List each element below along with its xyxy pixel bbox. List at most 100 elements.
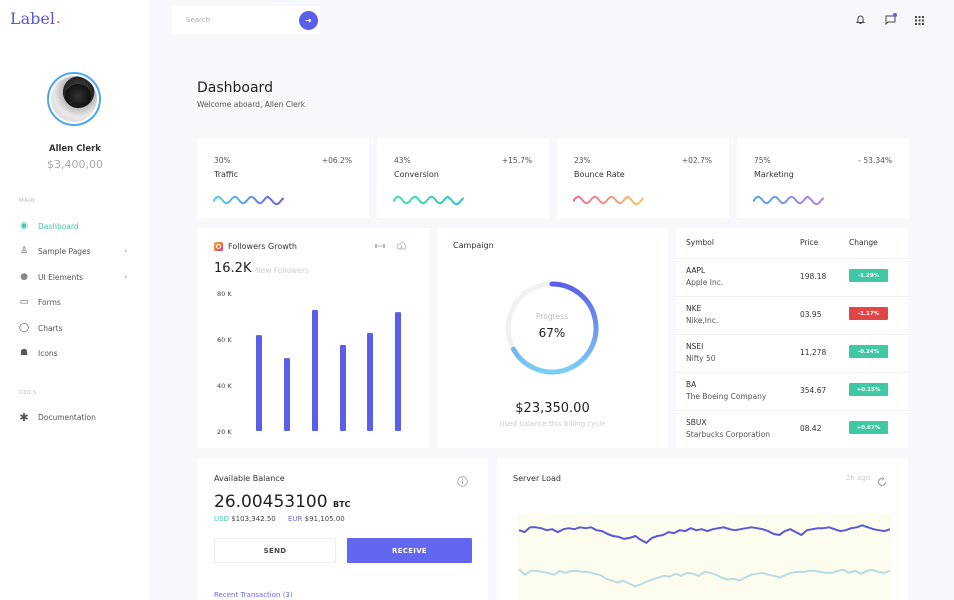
column-header-price: Price xyxy=(800,238,819,247)
stock-name: Apple Inc. xyxy=(686,278,724,287)
logo-dot: . xyxy=(56,11,61,27)
sparkline xyxy=(213,195,284,206)
nav-section-docs: DOCS xyxy=(19,390,37,396)
avatar[interactable] xyxy=(47,72,101,126)
sidebar-item-label: Documentation xyxy=(38,412,96,422)
stat-percent: 43% xyxy=(394,156,411,165)
chart-area-fill xyxy=(517,513,892,600)
progress-label: Progress xyxy=(535,312,568,321)
recent-transaction-link[interactable]: Recent Transaction (3) xyxy=(214,591,293,599)
card-title: Campaign xyxy=(453,241,494,250)
bar xyxy=(312,310,318,431)
grid-icon[interactable] xyxy=(913,14,925,26)
stock-price: 354.67 xyxy=(800,386,827,395)
stat-card-bounce-rate: 23% +02.7% Bounce Rate xyxy=(557,138,729,218)
stock-symbol: SBUX xyxy=(686,418,707,427)
stat-change: +15.7% xyxy=(501,156,532,165)
charts-icon: ◯ xyxy=(18,323,30,333)
info-icon[interactable] xyxy=(457,472,468,491)
stat-change: +06.2% xyxy=(321,156,352,165)
change-badge: -0.24% xyxy=(849,345,888,358)
stat-change: +02.7% xyxy=(681,156,712,165)
sparkline xyxy=(393,195,464,206)
stock-symbol: NKE xyxy=(686,304,702,313)
logo[interactable]: Label xyxy=(10,9,55,28)
y-tick-label: 60 K xyxy=(217,336,232,344)
receive-button[interactable]: RECEIVE xyxy=(347,538,472,563)
sidebar-item-charts[interactable]: ◯ Charts xyxy=(19,320,131,336)
cloud-download-icon[interactable] xyxy=(396,241,407,252)
eur-label: EUR xyxy=(287,515,303,523)
column-header-symbol: Symbol xyxy=(686,238,714,247)
usd-label: USD xyxy=(214,515,229,523)
stat-label: Bounce Rate xyxy=(574,170,625,179)
avatar-image xyxy=(51,76,97,122)
bar xyxy=(340,344,346,431)
icons-icon: ☗ xyxy=(19,348,29,358)
change-badge: +0.15% xyxy=(849,383,888,396)
followers-bar-chart: 80 K 60 K 40 K 20 K xyxy=(217,290,401,436)
table-row[interactable]: NKE Nike,Inc. 03.95 -1.17% xyxy=(676,296,908,334)
usd-value: $103,342.50 xyxy=(231,515,276,523)
stat-change: - 53.34% xyxy=(858,156,892,165)
stock-name: Nifty 50 xyxy=(686,354,716,363)
sidebar-item-icons[interactable]: ☗ Icons xyxy=(19,345,131,361)
campaign-amount-label: Used balance this billing cycle xyxy=(499,420,606,428)
stat-label: Conversion xyxy=(394,170,439,179)
server-load-card: Server Load 2h ago xyxy=(497,458,908,600)
stock-symbol: AAPL xyxy=(686,266,706,275)
stat-percent: 75% xyxy=(754,156,771,165)
sparkline-path xyxy=(573,195,644,206)
stock-price: 11,278 xyxy=(800,348,827,357)
table-row[interactable]: BA The Boeing Company 354.67 +0.15% xyxy=(676,372,908,410)
chat-icon[interactable] xyxy=(884,13,897,26)
sparkline-path xyxy=(393,195,464,206)
sidebar-item-ui-elements[interactable]: ● UI Elements › xyxy=(19,269,131,285)
card-title: Server Load xyxy=(513,474,561,483)
forms-icon: ▭ xyxy=(19,297,29,307)
sidebar-item-label: Charts xyxy=(38,323,63,333)
column-header-change: Change xyxy=(849,238,878,247)
sidebar-item-sample-pages[interactable]: ♙ Sample Pages › xyxy=(19,243,131,259)
stat-percent: 23% xyxy=(574,156,591,165)
stock-name: The Boeing Company xyxy=(686,392,767,401)
sidebar-item-forms[interactable]: ▭ Forms xyxy=(19,294,131,310)
updated-time: 2h ago xyxy=(846,474,871,482)
stock-symbol: NSEI xyxy=(686,342,704,351)
flask-icon: ♙ xyxy=(19,246,29,256)
stat-label: Marketing xyxy=(754,170,794,179)
sidebar-item-label: UI Elements xyxy=(38,272,84,282)
asterisk-icon: ✱ xyxy=(19,410,29,424)
card-title: Followers Growth xyxy=(228,242,297,251)
sidebar-item-label: Forms xyxy=(38,297,61,307)
balance-value: 26.00453100 xyxy=(214,492,328,512)
table-row[interactable]: SBUX Starbucks Corporation 08.42 +0.67% xyxy=(676,410,908,448)
followers-count-label: New Followers xyxy=(255,266,309,275)
send-button[interactable]: SEND xyxy=(214,538,336,563)
eur-value: $91,105.00 xyxy=(304,515,345,523)
stat-percent: 30% xyxy=(214,156,231,165)
followers-count: 16.2K xyxy=(214,261,252,276)
sidebar-item-dashboard[interactable]: ◉ Dashboard xyxy=(19,218,131,234)
user-balance: $3,400,00 xyxy=(47,158,103,171)
page-subtitle: Welcome aboard, Allen Clerk xyxy=(197,100,306,109)
change-badge: -1.17% xyxy=(849,307,888,320)
search-input[interactable] xyxy=(172,6,320,34)
table-row[interactable]: NSEI Nifty 50 11,278 -0.24% xyxy=(676,334,908,372)
stocks-table: Symbol Price Change AAPL Apple Inc. 198.18… xyxy=(676,228,908,448)
stock-price: 08.42 xyxy=(800,424,822,433)
sidebar: Label . Allen Clerk $3,400,00 MAIN ◉ Das… xyxy=(0,0,150,600)
stat-card-conversion: 43% +15.7% Conversion xyxy=(377,138,549,218)
stat-label: Traffic xyxy=(214,170,239,179)
change-badge: +0.67% xyxy=(849,421,888,434)
search-button[interactable]: ➜ xyxy=(299,11,318,30)
followers-growth-card: Followers Growth 16.2K New Followers 80 … xyxy=(197,228,430,448)
sparkline xyxy=(753,195,824,206)
bell-icon[interactable] xyxy=(854,14,866,26)
arrow-right-icon: ➜ xyxy=(305,16,312,25)
refresh-icon[interactable] xyxy=(877,472,887,491)
dumbbell-icon[interactable] xyxy=(375,242,385,252)
table-row[interactable]: AAPL Apple Inc. 198.18 -1.29% xyxy=(676,258,908,296)
page-title: Dashboard xyxy=(197,80,273,96)
sidebar-item-documentation[interactable]: ✱ Documentation xyxy=(19,409,131,425)
